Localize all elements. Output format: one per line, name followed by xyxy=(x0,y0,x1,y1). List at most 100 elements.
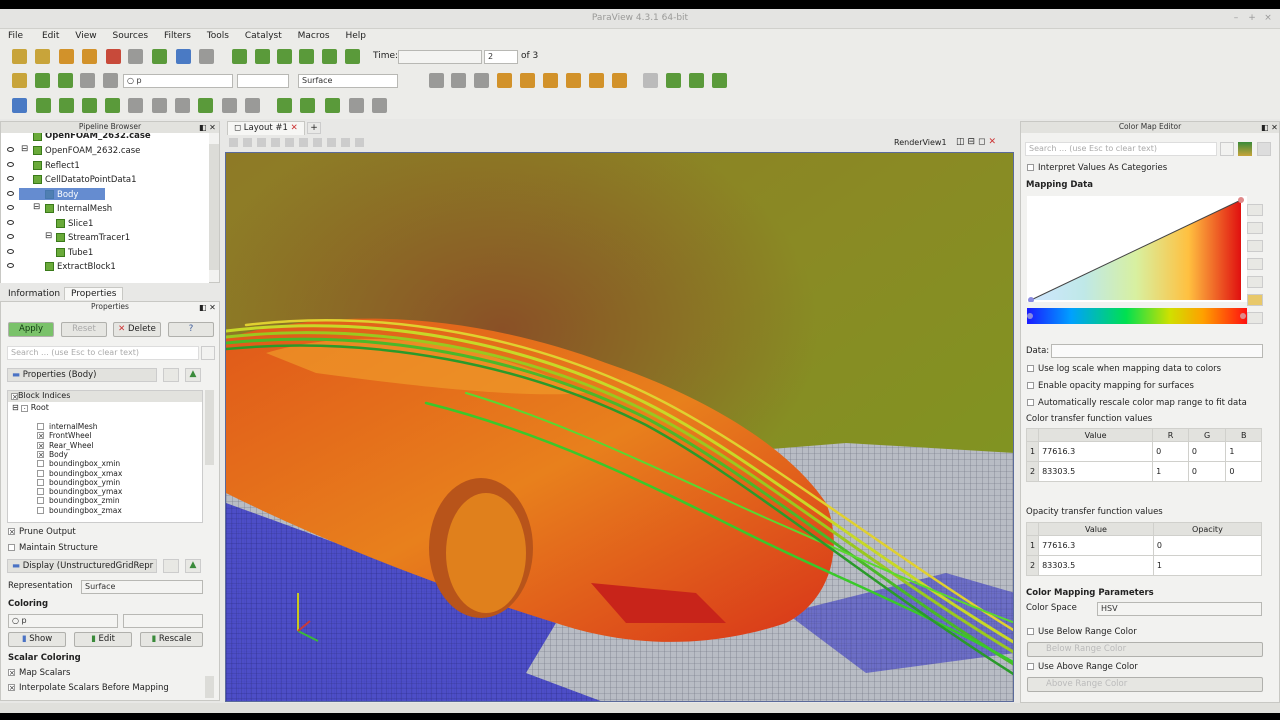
reset-camera-icon[interactable] xyxy=(429,73,444,88)
save-state-icon[interactable] xyxy=(35,49,50,64)
time-index-spinbox[interactable]: 2 xyxy=(484,50,518,64)
eye-icon[interactable] xyxy=(7,162,14,167)
render-view-3d[interactable] xyxy=(225,152,1014,702)
loop-icon[interactable] xyxy=(345,49,360,64)
select-points-through-icon[interactable] xyxy=(349,98,364,113)
select-points-on-icon[interactable] xyxy=(300,98,315,113)
block-item[interactable]: boundingbox_ymax xyxy=(37,487,219,496)
auto-rescale-checkbox[interactable] xyxy=(1027,399,1034,406)
cme-search-input[interactable]: Search ... (use Esc to clear text) xyxy=(1025,142,1217,156)
close-view-icon[interactable]: ✕ xyxy=(989,137,1000,147)
extract-subset-icon[interactable] xyxy=(128,98,143,113)
previous-frame-icon[interactable] xyxy=(255,49,270,64)
section-properties-body[interactable]: ▬ Properties (Body) xyxy=(7,368,157,382)
help-icon[interactable] xyxy=(176,49,191,64)
show-scalar-bar-button[interactable]: ▮ Show xyxy=(8,632,66,647)
eye-icon[interactable] xyxy=(7,176,14,181)
view-minus-z-icon[interactable] xyxy=(612,73,627,88)
rescale-custom-icon[interactable] xyxy=(1247,240,1263,252)
time-input[interactable] xyxy=(398,50,482,64)
play-icon[interactable] xyxy=(277,49,292,64)
color-transfer-bar[interactable] xyxy=(1027,308,1247,324)
pipeline-item[interactable]: ExtractBlock1 xyxy=(1,260,209,274)
coloring-component-dropdown[interactable] xyxy=(123,614,203,628)
prune-output-checkbox[interactable]: × xyxy=(8,528,15,536)
reset-button[interactable]: Reset xyxy=(61,322,107,337)
pipeline-item[interactable]: ⊟ StreamTracer1 xyxy=(1,231,209,245)
toolbar-icon[interactable] xyxy=(327,138,336,147)
interpolate-scalars-checkbox[interactable]: × xyxy=(8,684,15,692)
view-plus-y-icon[interactable] xyxy=(543,73,558,88)
delete-button[interactable]: ✕ Delete xyxy=(113,322,161,337)
tab-layout-1[interactable]: ◻ Layout #1 ✕ xyxy=(227,121,305,135)
advanced-gear-icon[interactable] xyxy=(201,346,215,360)
preset-icon[interactable] xyxy=(1247,204,1263,216)
view-minus-x-icon[interactable] xyxy=(520,73,535,88)
nan-color-icon[interactable] xyxy=(1247,312,1263,324)
save-preset-icon[interactable] xyxy=(1238,142,1252,156)
tab-properties[interactable]: Properties xyxy=(64,287,124,300)
representation-dropdown[interactable]: Surface xyxy=(81,580,203,594)
color-transfer-table[interactable]: Value R G B 1 77616.3 0 0 1 2 83303.5 1 0 0 xyxy=(1025,428,1262,482)
pipeline-item[interactable]: CellDatatoPointData1 xyxy=(1,173,209,187)
table-row[interactable]: 2 83303.5 1 xyxy=(1025,555,1263,576)
menu-edit[interactable]: Edit xyxy=(26,29,59,41)
group-datasets-icon[interactable] xyxy=(222,98,237,113)
pipeline-scrollbar[interactable] xyxy=(209,144,219,270)
rescale-temporal-icon[interactable] xyxy=(1247,258,1263,270)
block-checkbox[interactable]: × xyxy=(37,441,44,449)
select-cells-on-icon[interactable] xyxy=(277,98,292,113)
close-window-icon[interactable]: × xyxy=(1262,12,1274,24)
color-legend-icon[interactable] xyxy=(1247,294,1263,306)
maintain-structure-checkbox[interactable] xyxy=(8,544,15,551)
zoom-to-data-icon[interactable] xyxy=(451,73,466,88)
above-range-checkbox[interactable] xyxy=(1027,663,1034,670)
log-scale-checkbox[interactable] xyxy=(1027,365,1034,372)
toolbar-icon[interactable] xyxy=(257,138,266,147)
expand-icon[interactable]: ⊟ xyxy=(21,144,28,154)
view-plus-x-icon[interactable] xyxy=(497,73,512,88)
pipeline-item[interactable]: Reflect1 xyxy=(1,159,209,173)
redo-icon[interactable] xyxy=(128,49,143,64)
menu-filters[interactable]: Filters xyxy=(151,29,191,41)
first-frame-icon[interactable] xyxy=(232,49,247,64)
glyph-icon[interactable] xyxy=(152,98,167,113)
contour-icon[interactable] xyxy=(36,98,51,113)
copy-icon[interactable] xyxy=(163,559,179,573)
toolbar-icon[interactable] xyxy=(243,138,252,147)
table-row[interactable]: 1 77616.3 0 xyxy=(1025,535,1263,556)
block-item[interactable]: boundingbox_xmin xyxy=(37,459,219,468)
block-checkbox[interactable] xyxy=(37,478,44,486)
interpret-categories-checkbox[interactable] xyxy=(1027,164,1034,171)
block-checkbox[interactable] xyxy=(37,460,44,468)
block-item[interactable]: × FrontWheel xyxy=(37,431,219,440)
below-range-checkbox[interactable] xyxy=(1027,628,1034,635)
close-tab-icon[interactable]: ✕ xyxy=(291,123,298,133)
rescale-visible-icon[interactable] xyxy=(103,73,118,88)
coloring-variable-dropdown[interactable]: ○ p xyxy=(8,614,118,628)
paste-icon[interactable]: ▲ xyxy=(185,559,201,573)
toolbar-icon[interactable] xyxy=(285,138,294,147)
block-root[interactable]: ⊟ · Root xyxy=(12,403,202,417)
warp-vector-icon[interactable] xyxy=(198,98,213,113)
eye-icon[interactable] xyxy=(7,205,14,210)
eye-icon[interactable] xyxy=(7,191,14,196)
block-item[interactable]: boundingbox_zmax xyxy=(37,506,219,515)
undo-icon[interactable] xyxy=(106,49,121,64)
paste-icon[interactable]: ▲ xyxy=(185,368,201,382)
slice-icon[interactable] xyxy=(82,98,97,113)
block-item[interactable]: boundingbox_xmax xyxy=(37,469,219,478)
pipeline-item[interactable]: Tube1 xyxy=(1,246,209,260)
minimize-icon[interactable]: – xyxy=(1230,12,1242,24)
toolbar-icon[interactable] xyxy=(299,138,308,147)
stream-tracer-icon[interactable] xyxy=(175,98,190,113)
expand-icon[interactable]: ⊟ xyxy=(33,202,40,212)
open-icon[interactable] xyxy=(12,49,27,64)
new-layout-tab-icon[interactable]: + xyxy=(307,122,321,134)
clip-icon[interactable] xyxy=(59,98,74,113)
eye-icon[interactable] xyxy=(7,249,14,254)
pipeline-item[interactable]: OpenFOAM_2632.case xyxy=(1,133,209,144)
menu-tools[interactable]: Tools xyxy=(194,29,229,41)
opacity-point[interactable] xyxy=(1238,197,1244,203)
pipeline-item[interactable]: Slice1 xyxy=(1,217,209,231)
